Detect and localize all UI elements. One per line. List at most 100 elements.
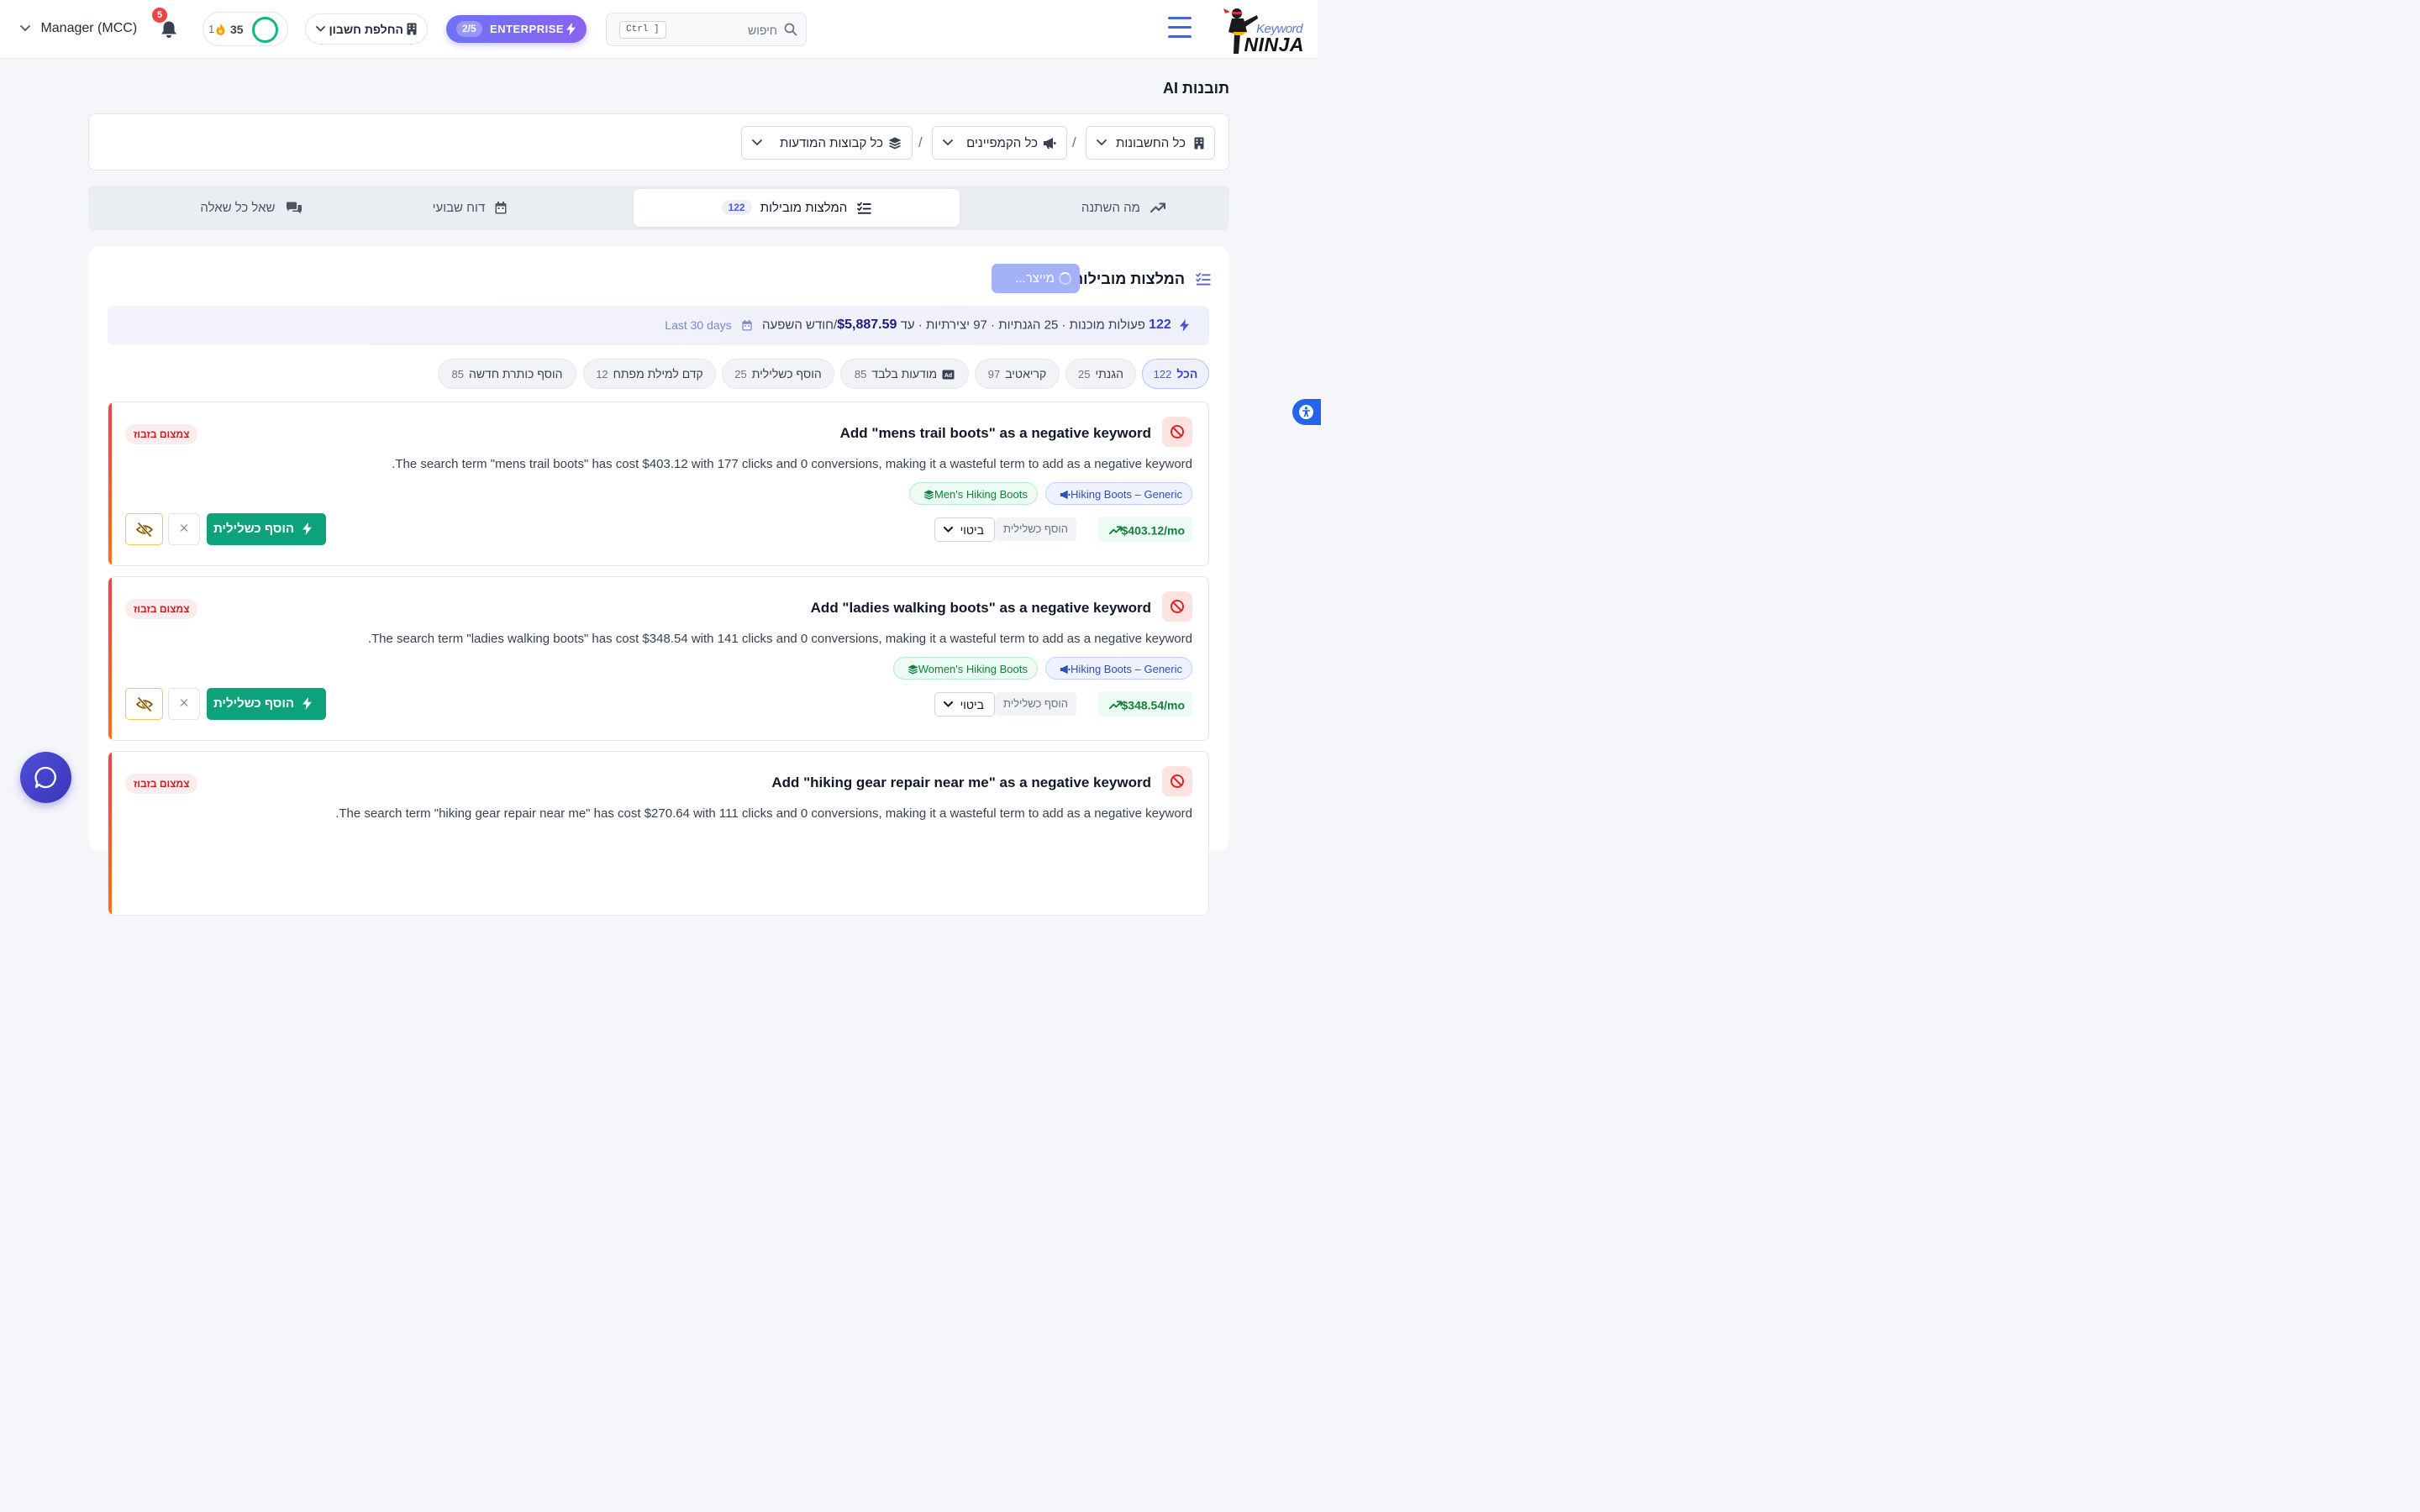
page-title: תובנות AI xyxy=(1163,80,1229,97)
campaigns-filter-label: כל הקמפיינים xyxy=(966,136,1038,150)
recommendation-title: Add "hiking gear repair near me" as a ne… xyxy=(771,774,1151,790)
chip-protective[interactable]: הגנתי 25 xyxy=(1065,359,1136,389)
chip-creative[interactable]: קריאטיב 97 xyxy=(975,359,1060,389)
tab-ask-anything[interactable]: שאל כל שאלה xyxy=(88,189,414,227)
recommendation-tags: Hiking Boots – Generic Women's Hiking Bo… xyxy=(889,657,1192,680)
add-negative-button[interactable]: הוסף כשלילית xyxy=(207,688,326,720)
chevron-down-icon xyxy=(943,139,953,146)
action-type-chip: הוסף כשלילית xyxy=(994,692,1076,716)
chat-bubbles-icon xyxy=(286,202,302,214)
add-negative-label: הוסף כשלילית xyxy=(213,696,294,711)
plan-name: ENTERPRISE xyxy=(490,23,565,35)
chip-ads-only[interactable]: Ad מודעות בלבד 85 xyxy=(840,359,969,389)
ad-group-tag-label: Men's Hiking Boots xyxy=(934,488,1028,501)
ad-group-tag[interactable]: Women's Hiking Boots xyxy=(892,657,1038,680)
loading-spinner-icon xyxy=(1059,272,1071,285)
recommendation-actions: $348.54/mo הוסף כשלילית ביטוי הוסף כשליל… xyxy=(125,688,1192,720)
trending-up-icon xyxy=(1108,701,1122,710)
dismiss-button[interactable]: × xyxy=(168,513,200,545)
enterprise-plan-badge[interactable]: 2/5 ENTERPRISE xyxy=(446,15,587,43)
add-negative-label: הוסף כשלילית xyxy=(213,522,294,536)
ad-groups-filter-select[interactable]: כל קבוצות המודעות xyxy=(741,126,913,160)
filter-separator: / xyxy=(918,134,923,150)
accounts-filter-label: כל החשבונות xyxy=(1116,136,1186,150)
dismiss-button[interactable]: × xyxy=(168,688,200,720)
tab-label: המלצות מובילות xyxy=(760,200,848,215)
filter-separator: / xyxy=(1072,134,1076,150)
accessibility-icon xyxy=(1299,405,1313,419)
waste-reduction-badge: צמצום בזבוז xyxy=(125,424,198,444)
chevron-down-icon xyxy=(20,24,30,32)
search-shortcut-hint: Ctrl ] xyxy=(619,21,666,39)
impact-amount: $5,887.59 xyxy=(837,318,897,333)
keyword-ninja-logo[interactable]: Keyword NINJA xyxy=(1218,3,1307,55)
user-menu-button[interactable]: Manager (MCC) xyxy=(20,21,137,36)
waste-reduction-badge: צמצום בזבוז xyxy=(125,774,198,794)
priority-stripe xyxy=(108,402,112,565)
hide-button[interactable] xyxy=(125,688,163,720)
hamburger-menu-button[interactable] xyxy=(1168,17,1193,42)
account-switch-button[interactable]: החלפת חשבון xyxy=(305,13,428,45)
match-type-select[interactable]: ביטוי xyxy=(934,517,995,542)
ad-group-tag-label: Women's Hiking Boots xyxy=(918,663,1028,676)
chip-add-negative[interactable]: הוסף כשלילית 25 xyxy=(722,359,834,389)
impact-chip: $348.54/mo xyxy=(1097,691,1192,717)
tab-label: מה השתנה xyxy=(1081,200,1140,215)
megaphone-icon xyxy=(1044,138,1056,149)
chat-widget-button[interactable] xyxy=(20,752,71,803)
waste-reduction-badge: צמצום בזבוז xyxy=(125,599,198,619)
trending-up-icon xyxy=(1150,202,1166,213)
period-label: Last 30 days xyxy=(665,318,732,333)
search-input[interactable] xyxy=(668,21,777,39)
recommendation-description: The search term "ladies walking boots" h… xyxy=(367,632,1192,646)
ad-groups-filter-label: כל קבוצות המודעות xyxy=(779,136,883,150)
accounts-filter-select[interactable]: כל החשבונות xyxy=(1086,126,1215,160)
impact-summary-banner: 122 פעולות מוכנות · 25 הגנתיות · 97 יציר… xyxy=(108,306,1209,345)
building-icon xyxy=(407,23,417,35)
top-navigation-bar: Keyword NINJA Ctrl ] 2/5 ENTERPRISE החלפ… xyxy=(0,0,1318,59)
insights-tabs: מה השתנה המלצות מובילות 122 דוח שבועי שא… xyxy=(88,186,1229,230)
category-filter-chips: הכל 122 הגנתי 25 קריאטיב 97 Ad מודעות בלבד 8… xyxy=(88,359,1229,389)
bell-icon[interactable] xyxy=(160,20,178,39)
recommendation-description: The search term "hiking gear repair near… xyxy=(335,806,1192,821)
score-progress-ring xyxy=(252,17,278,43)
scope-filter-bar: כל החשבונות / כל הקמפיינים / כל קבוצות ה… xyxy=(88,113,1229,171)
account-switch-label: החלפת חשבון xyxy=(329,23,403,36)
megaphone-icon xyxy=(1060,664,1071,674)
chip-label: הוסף כותרת חדשה xyxy=(468,367,563,381)
hide-button[interactable] xyxy=(125,513,163,545)
hamburger-line xyxy=(1168,17,1192,19)
chevron-down-icon xyxy=(944,701,953,707)
campaign-tag[interactable]: Hiking Boots – Generic xyxy=(1045,482,1192,505)
chip-promote-keyword[interactable]: קדם למילת מפתח 12 xyxy=(583,359,716,389)
campaign-tag-label: Hiking Boots – Generic xyxy=(1071,488,1182,501)
hamburger-line xyxy=(1168,26,1192,29)
layers-icon xyxy=(908,664,918,675)
campaign-tag-label: Hiking Boots – Generic xyxy=(1071,663,1182,676)
block-icon xyxy=(1171,425,1184,438)
score-streak-widget[interactable]: 1 35 xyxy=(203,12,288,46)
layers-icon xyxy=(923,489,934,500)
tab-what-changed[interactable]: מה השתנה xyxy=(960,189,1286,227)
impact-chip: $403.12/mo xyxy=(1097,517,1192,542)
chip-all[interactable]: הכל 122 xyxy=(1142,359,1209,389)
recommendations-panel: המלצות מובילות מייצר... 122 פעולות מוכנו… xyxy=(88,246,1229,916)
recommendation-description: The search term "mens trail boots" has c… xyxy=(392,457,1192,471)
tab-top-recommendations[interactable]: המלצות מובילות 122 xyxy=(634,189,960,227)
checklist-icon xyxy=(1196,273,1211,286)
impact-value: $403.12/mo xyxy=(1121,523,1186,538)
add-negative-button[interactable]: הוסף כשלילית xyxy=(207,513,326,545)
campaigns-filter-select[interactable]: כל הקמפיינים xyxy=(932,126,1067,160)
generating-button[interactable]: מייצר... xyxy=(992,264,1080,293)
megaphone-icon xyxy=(1060,490,1071,499)
block-icon xyxy=(1171,774,1184,788)
ad-group-tag[interactable]: Men's Hiking Boots xyxy=(909,482,1038,505)
streak-count: 1 xyxy=(208,23,215,35)
block-icon xyxy=(1171,600,1184,613)
match-type-select[interactable]: ביטוי xyxy=(934,692,995,717)
chip-add-headline[interactable]: הוסף כותרת חדשה 85 xyxy=(438,359,576,389)
accessibility-button[interactable] xyxy=(1292,399,1321,425)
campaign-tag[interactable]: Hiking Boots – Generic xyxy=(1045,657,1192,680)
search-box: Ctrl ] xyxy=(606,13,807,46)
eye-off-icon xyxy=(136,697,153,711)
